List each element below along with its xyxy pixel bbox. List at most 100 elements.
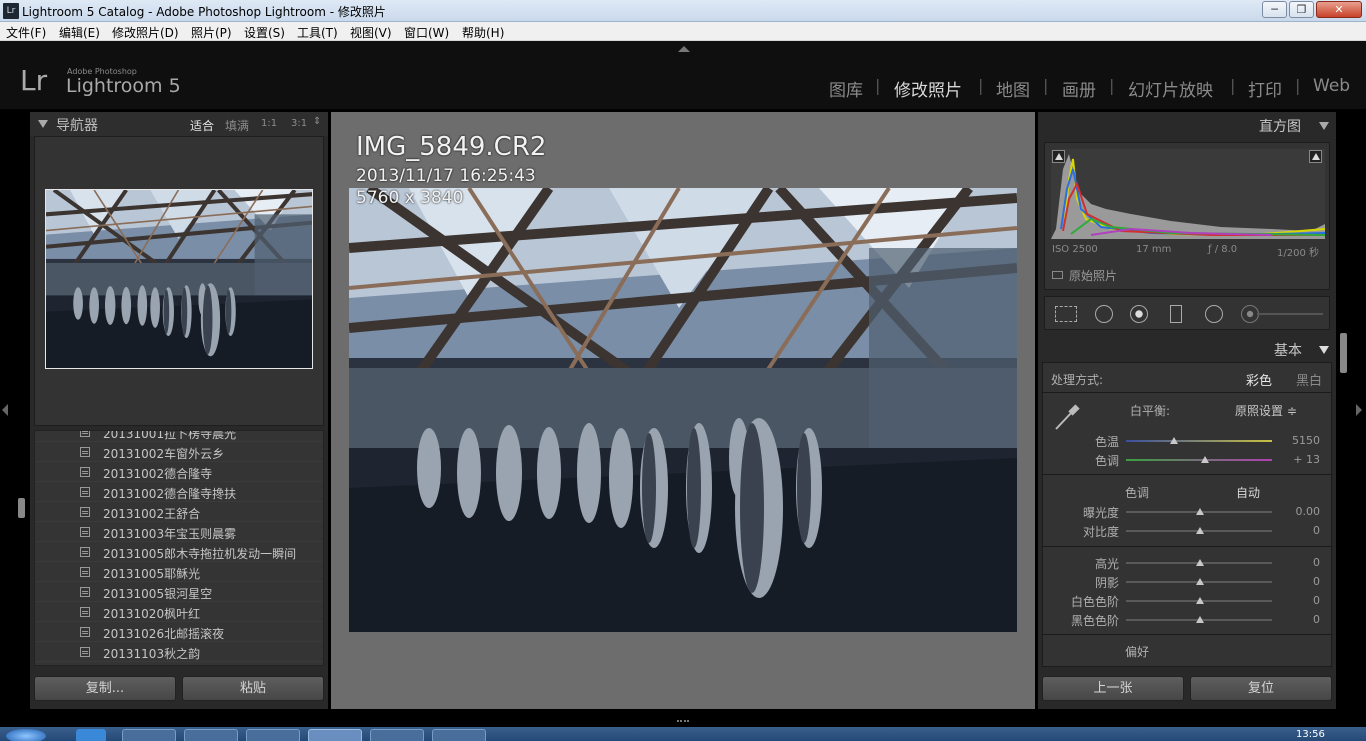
module-book[interactable]: 画册	[1062, 76, 1096, 101]
list-item[interactable]: 20131005耶稣光	[35, 562, 323, 582]
module-web[interactable]: Web	[1313, 76, 1350, 96]
zoom-fit[interactable]: 适合	[190, 117, 214, 134]
temp-slider[interactable]	[1126, 440, 1272, 442]
copy-settings-button[interactable]: 复制...	[34, 676, 176, 701]
graduated-filter-icon[interactable]	[1170, 305, 1182, 323]
list-item[interactable]: 20131003年宝玉则晨雾	[35, 522, 323, 542]
white-balance-eyedropper-icon[interactable]	[1052, 402, 1082, 432]
list-item[interactable]: 20131002王舒合	[35, 502, 323, 522]
list-item[interactable]: 20131002车窗外云乡	[35, 442, 323, 462]
list-item[interactable]: 20131005银河星空	[35, 582, 323, 602]
module-library[interactable]: 图库	[829, 76, 863, 101]
crop-tool-icon[interactable]	[1055, 306, 1077, 322]
navigator-preview[interactable]	[34, 136, 324, 426]
temp-value[interactable]: 5150	[1278, 434, 1320, 447]
right-panel-scrollbar[interactable]	[1340, 333, 1347, 373]
tint-slider[interactable]	[1126, 459, 1272, 461]
histogram-box[interactable]: ISO 2500 17 mm ƒ / 8.0 1/200 秒 原始照片	[1044, 142, 1330, 290]
photo-view[interactable]: IMG_5849.CR2 2013/11/17 16:25:43 5760 x …	[331, 112, 1035, 709]
list-item[interactable]: 20131020枫叶红	[35, 602, 323, 622]
shadows-slider-knob[interactable]	[1196, 578, 1204, 585]
menu-settings[interactable]: 设置(S)	[244, 24, 285, 41]
taskbar-app-icon[interactable]	[246, 729, 300, 741]
start-button-icon[interactable]	[6, 729, 46, 741]
whites-value[interactable]: 0	[1278, 594, 1320, 607]
zoom-dropdown-icon[interactable]: ⇕	[313, 116, 321, 127]
menu-help[interactable]: 帮助(H)	[462, 24, 504, 41]
list-item[interactable]: 20131002德合隆寺	[35, 462, 323, 482]
menu-edit[interactable]: 编辑(E)	[59, 24, 100, 41]
taskbar-app-icon[interactable]	[184, 729, 238, 741]
exposure-value[interactable]: 0.00	[1278, 505, 1321, 518]
menu-file[interactable]: 文件(F)	[6, 24, 46, 41]
maximize-button[interactable]: ❐	[1289, 1, 1314, 18]
radial-filter-icon[interactable]	[1205, 305, 1223, 323]
histogram-collapse-icon[interactable]	[1319, 122, 1329, 130]
filmstrip-toggle-icon[interactable]	[677, 716, 689, 722]
navigator-header[interactable]: 导航器 适合 填满 1:1 3:1 ⇕	[30, 112, 328, 136]
auto-tone-button[interactable]: 自动	[1236, 484, 1260, 501]
zoom-fill[interactable]: 填满	[225, 117, 249, 134]
temp-slider-knob[interactable]	[1170, 437, 1179, 444]
menu-develop[interactable]: 修改照片(D)	[112, 24, 179, 41]
red-eye-icon[interactable]	[1130, 305, 1148, 323]
blacks-value[interactable]: 0	[1278, 613, 1320, 626]
zoom-3to1[interactable]: 3:1	[291, 118, 307, 129]
list-item[interactable]: 20131001拉卜楞寺晨光	[35, 431, 323, 442]
navigator-collapse-icon[interactable]	[38, 120, 48, 128]
clock[interactable]: 13:56	[1296, 730, 1325, 740]
highlight-clipping-toggle[interactable]	[1309, 150, 1322, 163]
original-photo-checkbox[interactable]	[1052, 271, 1063, 279]
menu-window[interactable]: 窗口(W)	[404, 24, 449, 41]
whites-slider-knob[interactable]	[1196, 597, 1204, 604]
highlights-value[interactable]: 0	[1278, 556, 1320, 569]
collapse-right-panel-icon[interactable]	[1356, 404, 1362, 416]
module-print[interactable]: 打印	[1248, 76, 1282, 101]
tone-label: 色调	[1125, 486, 1150, 500]
shadows-value[interactable]: 0	[1278, 575, 1320, 588]
minimize-button[interactable]: ─	[1262, 1, 1287, 18]
basic-panel-title[interactable]: 基本	[1274, 340, 1302, 360]
brush-slider[interactable]	[1257, 313, 1323, 315]
treatment-bw[interactable]: 黑白	[1296, 370, 1322, 389]
collapse-left-panel-icon[interactable]	[2, 404, 8, 416]
list-item[interactable]: 20131002德合隆寺搀扶	[35, 482, 323, 502]
exposure-slider-knob[interactable]	[1196, 508, 1204, 515]
contrast-slider-knob[interactable]	[1196, 527, 1204, 534]
histogram-title[interactable]: 直方图	[1259, 116, 1301, 136]
shadow-clipping-toggle[interactable]	[1052, 150, 1065, 163]
browser-icon[interactable]	[76, 729, 106, 741]
taskbar-app-icon[interactable]	[432, 729, 486, 741]
close-button[interactable]: ✕	[1316, 1, 1362, 18]
blacks-slider-knob[interactable]	[1196, 616, 1204, 623]
white-balance-dropdown[interactable]: 原照设置 ≑	[1235, 402, 1297, 419]
module-slideshow[interactable]: 幻灯片放映	[1128, 76, 1213, 101]
module-develop[interactable]: 修改照片	[894, 76, 962, 101]
list-item[interactable]: 20131005郎木寺拖拉机发动一瞬间	[35, 542, 323, 562]
contrast-value[interactable]: 0	[1278, 524, 1320, 537]
tint-slider-knob[interactable]	[1200, 456, 1209, 463]
basic-collapse-icon[interactable]	[1319, 346, 1329, 354]
tint-value[interactable]: + 13	[1278, 453, 1320, 466]
reset-button[interactable]: 复位	[1190, 676, 1332, 701]
menu-tools[interactable]: 工具(T)	[297, 24, 338, 41]
list-item[interactable]: 20131026北邮摇滚夜	[35, 622, 323, 642]
taskbar-app-icon[interactable]	[122, 729, 176, 741]
navigator-thumbnail[interactable]	[45, 189, 313, 369]
main-photo[interactable]	[349, 188, 1017, 632]
list-item[interactable]: 20131103秋之韵	[35, 642, 323, 662]
treatment-color[interactable]: 彩色	[1246, 370, 1272, 389]
zoom-1to1[interactable]: 1:1	[261, 118, 277, 129]
menu-photo[interactable]: 照片(P)	[191, 24, 232, 41]
left-panel-scrollbar[interactable]	[18, 498, 25, 518]
taskbar-lightroom-icon[interactable]	[308, 729, 362, 741]
menu-view[interactable]: 视图(V)	[350, 24, 392, 41]
paste-settings-button[interactable]: 粘贴	[182, 676, 324, 701]
previous-button[interactable]: 上一张	[1042, 676, 1184, 701]
module-map[interactable]: 地图	[996, 76, 1030, 101]
collections-list[interactable]: 20131001拉卜楞寺晨光 20131002车窗外云乡 20131002德合隆…	[34, 430, 324, 666]
taskbar-app-icon[interactable]	[370, 729, 424, 741]
collapse-top-panel-icon[interactable]	[678, 46, 690, 52]
highlights-slider-knob[interactable]	[1196, 559, 1204, 566]
spot-removal-icon[interactable]	[1095, 305, 1113, 323]
